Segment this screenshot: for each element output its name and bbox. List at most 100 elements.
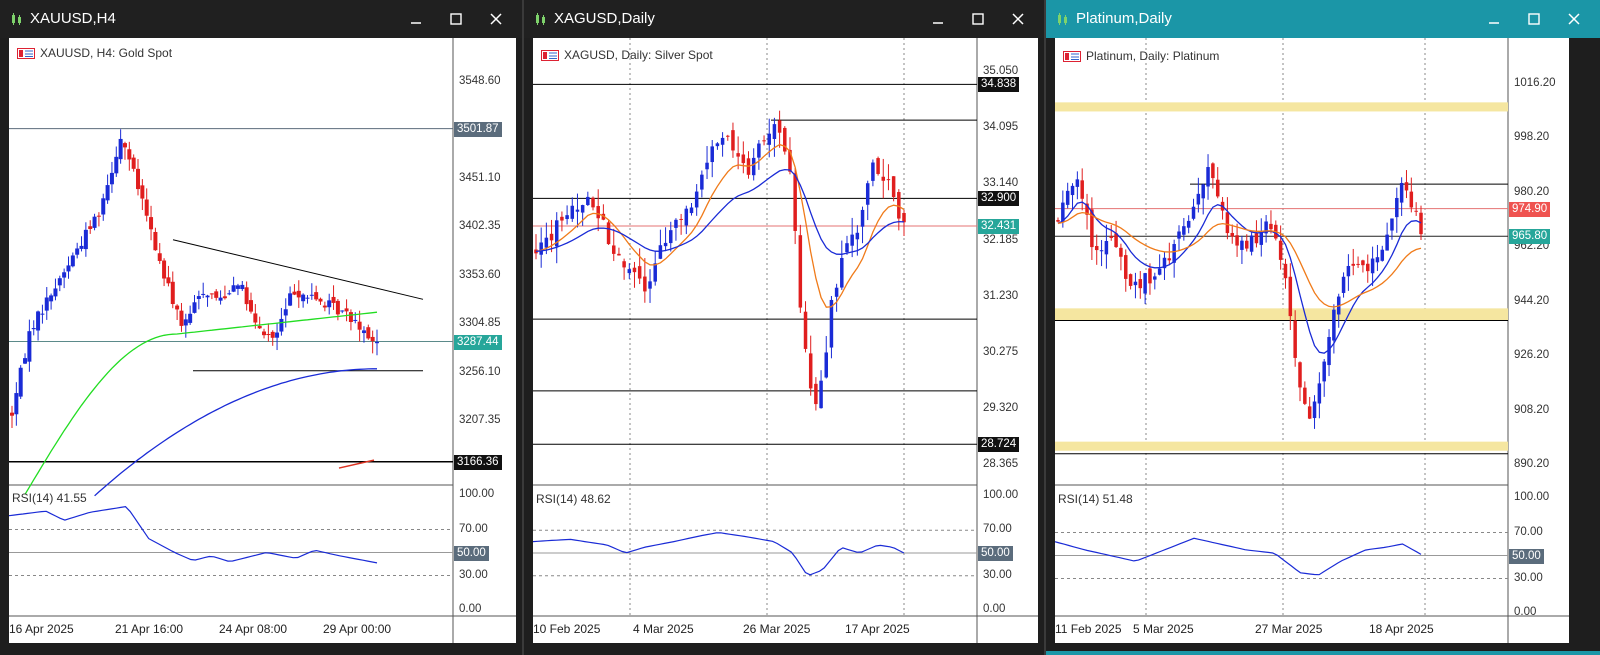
candle-body (560, 216, 564, 221)
time-axis-label: 27 Mar 2025 (1255, 622, 1323, 636)
candle-body (175, 305, 180, 310)
candle-body (66, 265, 71, 272)
candle-body (741, 154, 746, 164)
price-tag: 34.838 (978, 77, 1020, 93)
title-bar[interactable]: XAGUSD,Daily (524, 0, 1044, 38)
candle-body (83, 229, 88, 250)
candle-body (777, 120, 782, 133)
candle-body (257, 325, 262, 329)
price-axis-label: 33.140 (983, 177, 1019, 190)
candle-body (96, 215, 101, 217)
candle-body (14, 393, 19, 415)
candle-body (1128, 274, 1133, 286)
chart-area[interactable]: XAGUSD, Daily: Silver Spot RSI(14) 48.62… (533, 38, 1038, 643)
candle-body (1293, 320, 1297, 358)
chart-window-xauusd[interactable]: XAUUSD,H4 XAUUSD, H4: Gold Spot RSI(14) … (0, 0, 522, 655)
candle-body (1414, 210, 1418, 212)
candle-body (1182, 226, 1186, 235)
candle-body (1307, 406, 1312, 419)
chart-area[interactable]: Platinum, Daily: Platinum RSI(14) 51.48 … (1055, 38, 1569, 643)
candle-body (1366, 263, 1370, 272)
time-axis-label: 16 Apr 2025 (9, 622, 74, 636)
rsi-label: RSI(14) 48.62 (536, 492, 611, 506)
candle-body (720, 137, 725, 145)
candle-body (897, 192, 901, 219)
candle-body (850, 234, 854, 246)
support-resistance-zone (1055, 308, 1508, 321)
price-tag: 974.90 (1509, 201, 1551, 217)
window-title: Platinum,Daily (1076, 10, 1172, 27)
candle-body (1143, 273, 1147, 294)
price-tag: 965.80 (1509, 229, 1551, 245)
candle-body (627, 269, 632, 274)
candle-body (1094, 246, 1099, 251)
minimize-icon[interactable] (396, 8, 436, 30)
price-chart[interactable] (1055, 38, 1569, 643)
candle-body (586, 196, 590, 205)
candle-body (808, 353, 813, 389)
price-chart[interactable] (9, 38, 516, 643)
price-axis-label: 3256.10 (459, 365, 501, 378)
minimize-icon[interactable] (1474, 8, 1514, 30)
indicator-label-wrap: XAGUSD, Daily: Silver Spot (541, 48, 713, 62)
candle-body (218, 297, 223, 301)
price-axis-label: 908.20 (1514, 403, 1550, 416)
active-border (1046, 651, 1600, 655)
candle-body (694, 191, 699, 208)
chart-type-icon (1063, 50, 1081, 62)
candle-body (886, 179, 891, 181)
maximize-icon[interactable] (958, 8, 998, 30)
candle-body (40, 313, 45, 315)
candle-body (361, 330, 366, 334)
close-icon[interactable] (476, 8, 516, 30)
price-axis-label: 3353.60 (459, 268, 501, 281)
candle-body (663, 242, 668, 247)
candle-body (814, 383, 818, 405)
chart-area[interactable]: XAUUSD, H4: Gold Spot RSI(14) 41.55 3548… (9, 38, 516, 643)
candle-body (1269, 223, 1273, 230)
chart-window-platinum[interactable]: Platinum,Daily Platinum, Daily: Platinum… (1046, 0, 1600, 655)
candle-body (840, 258, 844, 288)
candle-body (684, 208, 689, 226)
candle-body (301, 294, 306, 302)
chart-window-xagusd[interactable]: XAGUSD,Daily XAGUSD, Daily: Silver Spot … (524, 0, 1044, 655)
candle-body (283, 309, 288, 316)
candle-body (803, 311, 808, 349)
candle-body (253, 313, 258, 323)
candle-body (1225, 212, 1230, 234)
price-axis-label: 3451.10 (459, 172, 501, 185)
price-axis-label: 998.20 (1514, 131, 1550, 144)
candle-body (366, 327, 371, 339)
candle-body (757, 143, 761, 158)
minimize-icon[interactable] (918, 8, 958, 30)
price-axis-label: 29.320 (983, 402, 1019, 415)
rsi-line (1055, 537, 1422, 576)
title-bar[interactable]: XAUUSD,H4 (0, 0, 522, 38)
close-icon[interactable] (1554, 8, 1594, 30)
time-axis-label: 18 Apr 2025 (1369, 622, 1434, 636)
candle-body (235, 285, 240, 289)
candle-body (75, 248, 80, 255)
price-chart[interactable] (533, 38, 1038, 643)
rsi-axis-label: 30.00 (1514, 571, 1543, 584)
title-bar[interactable]: Platinum,Daily (1046, 0, 1600, 38)
maximize-icon[interactable] (1514, 8, 1554, 30)
candle-body (166, 277, 171, 284)
rsi-axis-label: 0.00 (1514, 606, 1537, 618)
candle-body (1419, 212, 1423, 235)
candle-body (622, 261, 626, 268)
candle-body (270, 331, 275, 338)
close-icon[interactable] (998, 8, 1038, 30)
candle-body (1317, 383, 1322, 404)
candle-body (1104, 240, 1109, 255)
candle-body (344, 308, 349, 312)
indicator-label-wrap: Platinum, Daily: Platinum (1063, 49, 1219, 63)
candle-body (136, 168, 141, 190)
candle-body (1070, 185, 1075, 196)
candle-body (318, 298, 323, 302)
candle-body (288, 293, 293, 306)
rsi-axis-label: 70.00 (459, 522, 488, 535)
maximize-icon[interactable] (436, 8, 476, 30)
candle-body (153, 231, 158, 251)
price-axis-label: 890.20 (1514, 458, 1550, 471)
